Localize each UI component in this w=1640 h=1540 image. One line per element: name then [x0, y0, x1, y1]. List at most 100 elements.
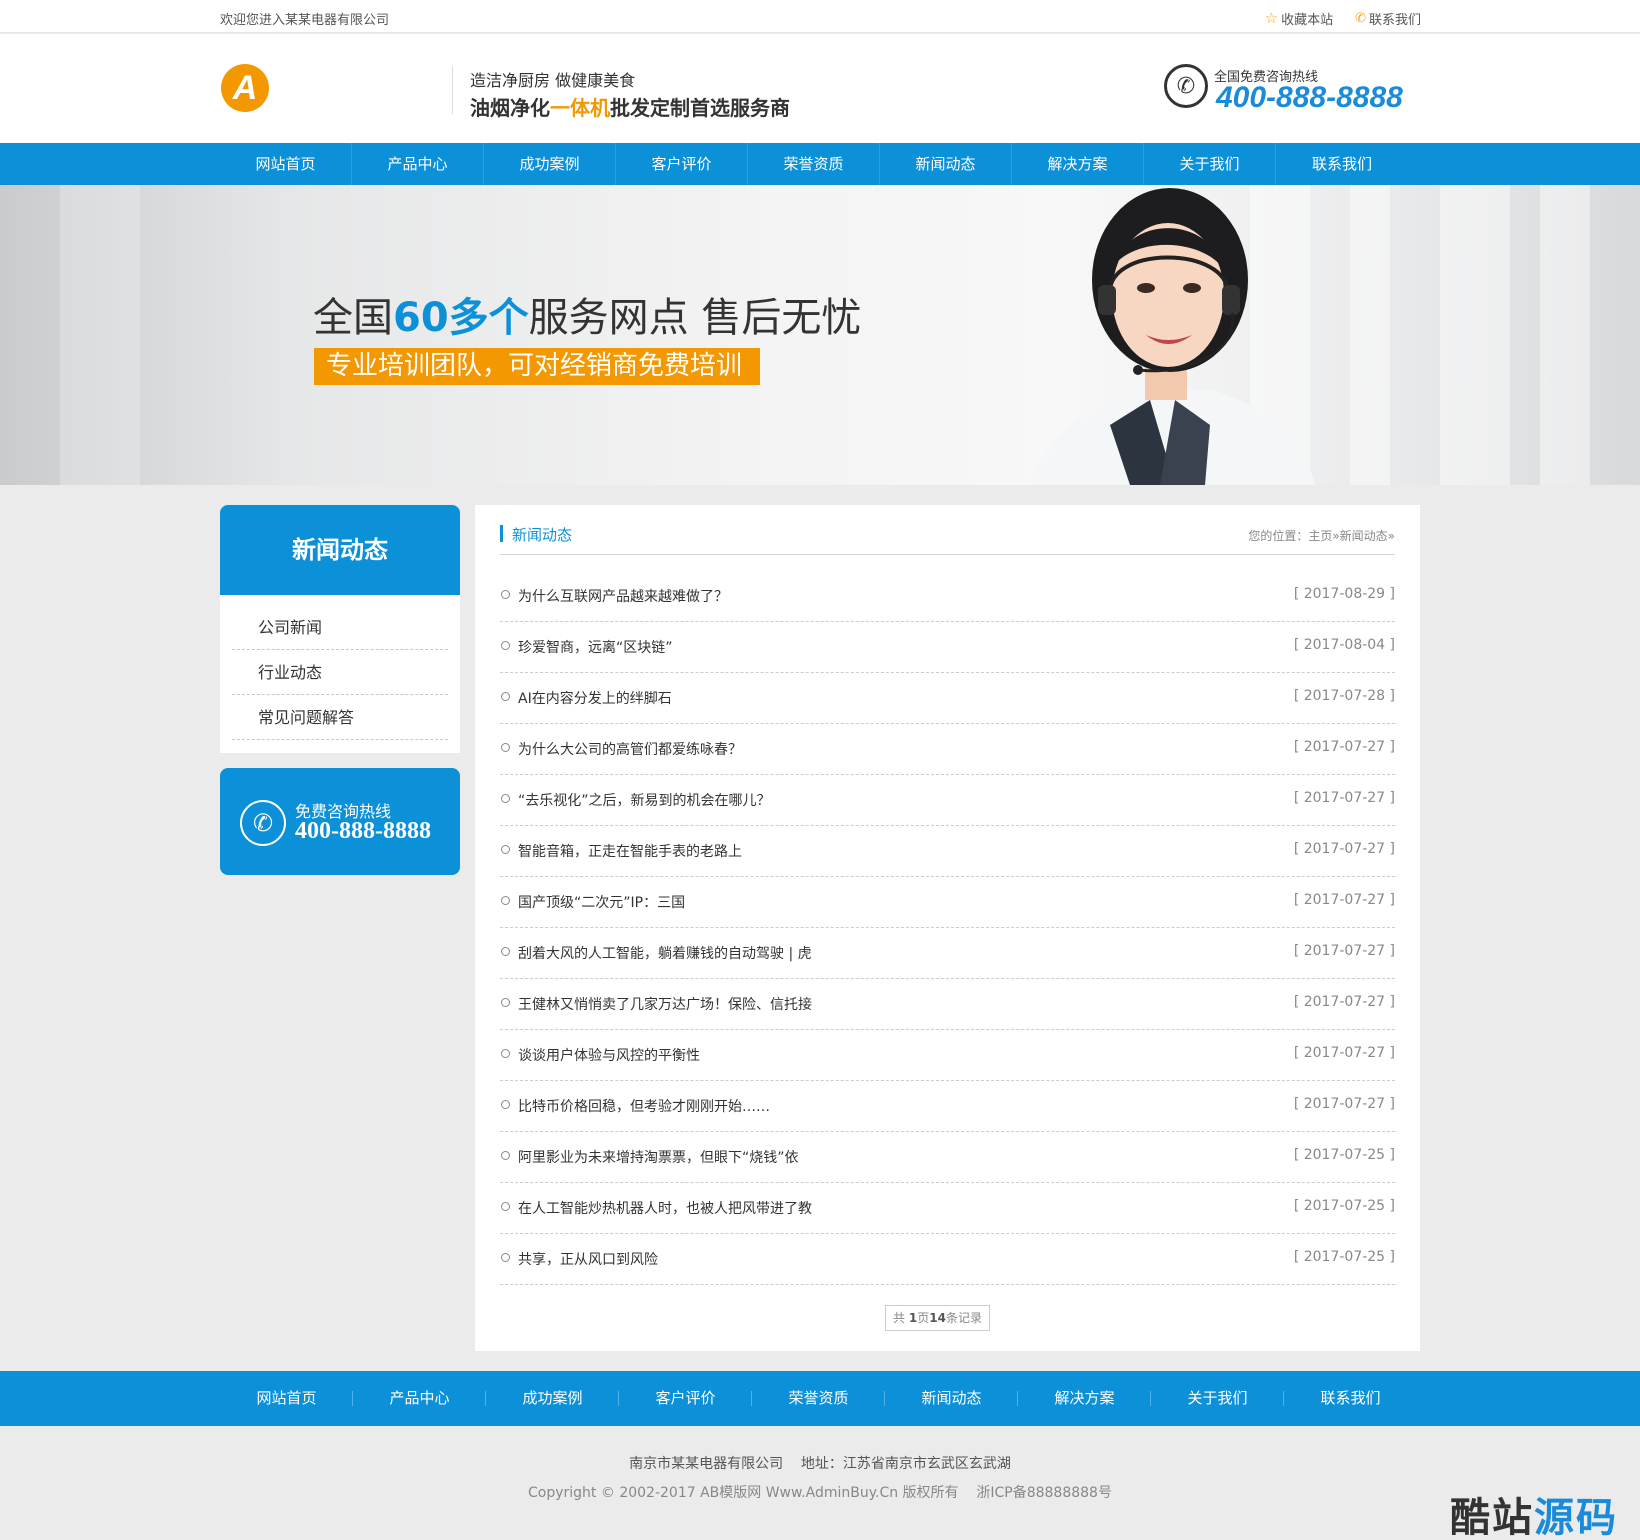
welcome-text: 欢迎您进入某某电器有限公司 — [220, 13, 390, 28]
nav-item[interactable]: 荣誉资质 — [748, 143, 880, 185]
banner-subtitle: 专业培训团队，可对经销商免费培训 — [314, 348, 760, 385]
nav-item[interactable]: 联系我们 — [1276, 143, 1408, 185]
banner-title-b: 服务网点 售后无忧 — [528, 295, 862, 341]
news-title[interactable]: 阿里影业为未来增持淘票票，但眼下“烧钱”依 — [518, 1147, 799, 1167]
news-title[interactable]: 共享，正从风口到风险 — [518, 1249, 658, 1269]
nav-item[interactable]: 成功案例 — [484, 143, 616, 185]
banner-window-light — [1440, 185, 1510, 485]
news-title[interactable]: 为什么互联网产品越来越难做了？ — [518, 586, 728, 606]
news-item[interactable]: 为什么互联网产品越来越难做了？ [ 2017-08-29 ] — [500, 571, 1395, 622]
news-title[interactable]: 在人工智能炒热机器人时，也被人把风带进了教 — [518, 1198, 812, 1218]
slogan-highlight: 一体机 — [550, 96, 610, 120]
news-date: [ 2017-07-25 ] — [1293, 1249, 1395, 1265]
footer-copyright: Copyright © 2002-2017 AB模版网 Www.AdminBuy… — [528, 1485, 1112, 1501]
sidebar-item[interactable]: 常见问题解答 — [232, 695, 448, 740]
news-item[interactable]: 珍爱智商，远离“区块链” [ 2017-08-04 ] — [500, 622, 1395, 673]
news-title[interactable]: “去乐视化”之后，新易到的机会在哪儿？ — [518, 790, 771, 810]
footer-nav-item[interactable]: 客户评价 — [619, 1371, 752, 1426]
telephone-icon: ✆ — [1164, 64, 1208, 108]
slogan-line1: 造洁净厨房 做健康美食 — [470, 71, 636, 90]
banner-title-a: 全国 — [313, 295, 393, 341]
news-item[interactable]: 国产顶级“二次元”IP：三国 [ 2017-07-27 ] — [500, 877, 1395, 928]
news-date: [ 2017-07-27 ] — [1293, 943, 1395, 959]
footer-nav-item[interactable]: 产品中心 — [353, 1371, 486, 1426]
banner-title: 全国60多个服务网点 售后无忧 — [313, 285, 861, 343]
star-icon: ☆ — [1264, 9, 1279, 27]
news-item[interactable]: 阿里影业为未来增持淘票票，但眼下“烧钱”依 [ 2017-07-25 ] — [500, 1132, 1395, 1183]
news-item[interactable]: 智能音箱，正走在智能手表的老路上 [ 2017-07-27 ] — [500, 826, 1395, 877]
section-header: 新闻动态 您的位置：主页»新闻动态» — [500, 523, 1395, 555]
news-item[interactable]: “去乐视化”之后，新易到的机会在哪儿？ [ 2017-07-27 ] — [500, 775, 1395, 826]
circle-bullet-icon — [501, 1151, 510, 1160]
footer-nav-item[interactable]: 关于我们 — [1151, 1371, 1284, 1426]
news-item[interactable]: 王健林又悄悄卖了几家万达广场！保险、信托接 [ 2017-07-27 ] — [500, 979, 1395, 1030]
footer-nav-item[interactable]: 成功案例 — [486, 1371, 619, 1426]
news-title[interactable]: 比特币价格回稳，但考验才刚刚开始…… — [518, 1096, 770, 1116]
circle-bullet-icon — [501, 590, 510, 599]
nav-item[interactable]: 客户评价 — [616, 143, 748, 185]
nav-item[interactable]: 关于我们 — [1144, 143, 1276, 185]
circle-bullet-icon — [501, 1202, 510, 1211]
news-title[interactable]: 为什么大公司的高管们都爱练咏春？ — [518, 739, 742, 759]
news-item[interactable]: 谈谈用户体验与风控的平衡性 [ 2017-07-27 ] — [500, 1030, 1395, 1081]
news-date: [ 2017-07-28 ] — [1293, 688, 1395, 704]
nav-item[interactable]: 解决方案 — [1012, 143, 1144, 185]
news-item[interactable]: 共享，正从风口到风险 [ 2017-07-25 ] — [500, 1234, 1395, 1285]
footer-nav-item[interactable]: 荣誉资质 — [752, 1371, 885, 1426]
news-title[interactable]: AI在内容分发上的绊脚石 — [518, 688, 672, 708]
news-item[interactable]: 在人工智能炒热机器人时，也被人把风带进了教 [ 2017-07-25 ] — [500, 1183, 1395, 1234]
news-title[interactable]: 珍爱智商，远离“区块链” — [518, 637, 673, 657]
telephone-icon: ✆ — [240, 800, 286, 846]
news-item[interactable]: AI在内容分发上的绊脚石 [ 2017-07-28 ] — [500, 673, 1395, 724]
nav-item[interactable]: 网站首页 — [220, 143, 352, 185]
sidebar-item[interactable]: 行业动态 — [232, 650, 448, 695]
nav-item[interactable]: 产品中心 — [352, 143, 484, 185]
circle-bullet-icon — [501, 998, 510, 1007]
pagination: 共 1页14条记录 — [885, 1305, 990, 1331]
news-title[interactable]: 国产顶级“二次元”IP：三国 — [518, 892, 685, 912]
main-nav: 网站首页 产品中心 成功案例 客户评价 荣誉资质 新闻动态 解决方案 关于我们 联系我们 — [0, 143, 1640, 185]
customer-service-woman-image — [1030, 188, 1315, 485]
logo-letter: A — [232, 68, 258, 107]
main-content: 新闻动态 您的位置：主页»新闻动态» 为什么互联网产品越来越难做了？ [ 2017… — [475, 505, 1420, 1351]
circle-bullet-icon — [501, 1049, 510, 1058]
contact-label: 联系我们 — [1368, 13, 1421, 28]
news-date: [ 2017-08-04 ] — [1293, 637, 1395, 653]
news-title[interactable]: 谈谈用户体验与风控的平衡性 — [518, 1045, 700, 1065]
sidebar-item[interactable]: 公司新闻 — [232, 605, 448, 650]
footer-nav-item[interactable]: 网站首页 — [220, 1371, 353, 1426]
footer-nav-item[interactable]: 解决方案 — [1018, 1371, 1151, 1426]
slogan-line2: 油烟净化一体机批发定制首选服务商 — [470, 92, 790, 121]
bookmark-link[interactable]: ☆ 收藏本站 — [1264, 9, 1333, 29]
hotline-number: 400-888-8888 — [1216, 81, 1403, 114]
slogan-part-a: 油烟净化 — [470, 96, 550, 120]
top-links: ☆ 收藏本站 ✆ 联系我们 — [1264, 9, 1421, 29]
footer-nav-item[interactable]: 联系我们 — [1284, 1371, 1417, 1426]
logo[interactable]: A — [221, 64, 269, 112]
footer-company-address: 南京市某某电器有限公司 地址：江苏省南京市玄武区玄武湖 — [629, 1456, 1011, 1472]
top-bar: 欢迎您进入某某电器有限公司 ☆ 收藏本站 ✆ 联系我们 — [0, 0, 1640, 33]
circle-bullet-icon — [501, 845, 510, 854]
banner: 全国60多个服务网点 售后无忧 专业培训团队，可对经销商免费培训 — [0, 185, 1640, 485]
header: A 造洁净厨房 做健康美食 油烟净化一体机批发定制首选服务商 ✆ 全国免费咨询热… — [0, 34, 1640, 143]
nav-item[interactable]: 新闻动态 — [880, 143, 1012, 185]
news-title[interactable]: 王健林又悄悄卖了几家万达广场！保险、信托接 — [518, 994, 812, 1014]
circle-bullet-icon — [501, 1100, 510, 1109]
pager-prefix: 共 — [893, 1311, 909, 1325]
news-item[interactable]: 刮着大风的人工智能，躺着赚钱的自动驾驶 | 虎 [ 2017-07-27 ] — [500, 928, 1395, 979]
slogan-part-b: 批发定制首选服务商 — [610, 96, 790, 120]
news-date: [ 2017-07-25 ] — [1293, 1147, 1395, 1163]
news-title[interactable]: 智能音箱，正走在智能手表的老路上 — [518, 841, 742, 861]
breadcrumb[interactable]: 您的位置：主页»新闻动态» — [1248, 527, 1395, 544]
news-title[interactable]: 刮着大风的人工智能，躺着赚钱的自动驾驶 | 虎 — [518, 943, 812, 963]
sidebar-contact-box: ✆ 免费咨询热线 400-888-8888 — [220, 768, 460, 875]
banner-window-light — [60, 185, 140, 485]
news-date: [ 2017-07-25 ] — [1293, 1198, 1395, 1214]
contact-link[interactable]: ✆ 联系我们 — [1355, 9, 1421, 28]
news-date: [ 2017-07-27 ] — [1293, 790, 1395, 806]
news-item[interactable]: 比特币价格回稳，但考验才刚刚开始…… [ 2017-07-27 ] — [500, 1081, 1395, 1132]
news-date: [ 2017-07-27 ] — [1293, 892, 1395, 908]
news-item[interactable]: 为什么大公司的高管们都爱练咏春？ [ 2017-07-27 ] — [500, 724, 1395, 775]
watermark: 酷站源码 — [1450, 1485, 1618, 1540]
footer-nav-item[interactable]: 新闻动态 — [885, 1371, 1018, 1426]
